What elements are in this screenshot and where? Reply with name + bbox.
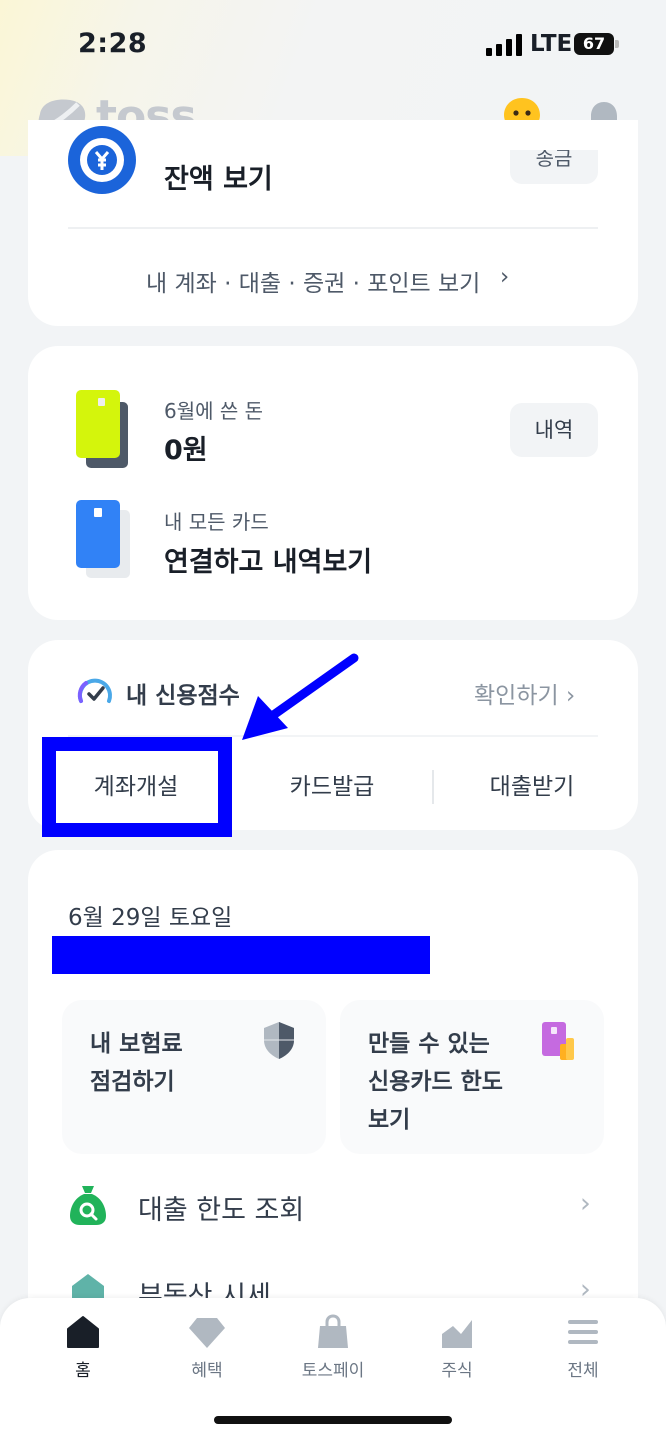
shopping-bag-icon xyxy=(318,1314,348,1348)
tab-stock[interactable]: 주식 xyxy=(402,1314,512,1384)
menu-icon xyxy=(568,1320,598,1344)
send-button[interactable]: 송금 xyxy=(510,150,598,184)
card-coin-icon xyxy=(540,1020,576,1062)
tab-home[interactable]: 홈 xyxy=(28,1314,138,1384)
divider xyxy=(68,227,598,229)
diamond-icon xyxy=(189,1318,225,1348)
balance-icon xyxy=(68,126,136,194)
month-spend-amount[interactable]: 0원 xyxy=(164,428,208,467)
connect-cards-link[interactable]: 연결하고 내역보기 xyxy=(164,540,372,579)
balance-label[interactable]: 잔액 보기 xyxy=(164,157,273,196)
history-button[interactable]: 내역 xyxy=(510,403,598,457)
loan-limit-item[interactable]: 대출 한도 조회 xyxy=(138,1188,304,1227)
date-label: 6월 29일 토요일 xyxy=(68,905,233,931)
tab-label: 전체 xyxy=(567,1361,599,1381)
tile-text: 내 보험료 xyxy=(90,1031,183,1057)
credit-score-title[interactable]: 내 신용점수 xyxy=(126,676,240,710)
redaction-bar xyxy=(52,936,430,974)
tab-benefit[interactable]: 혜택 xyxy=(152,1314,262,1384)
stock-chart-icon xyxy=(442,1320,472,1348)
network-label: LTE xyxy=(530,31,573,57)
annotation-arrow-icon xyxy=(236,650,362,744)
battery-icon: 67 xyxy=(574,33,614,55)
tab-label: 혜택 xyxy=(191,1361,223,1381)
tile-text: 신용카드 한도 xyxy=(368,1069,503,1095)
money-bag-search-icon xyxy=(68,1184,108,1226)
month-spend-label: 6월에 쓴 돈 xyxy=(164,399,264,423)
card-issue-button[interactable]: 카드발급 xyxy=(252,770,412,808)
home-indicator xyxy=(214,1416,452,1424)
all-cards-label: 내 모든 카드 xyxy=(164,510,269,534)
chevron-right-icon: › xyxy=(500,264,510,290)
shield-icon xyxy=(262,1020,296,1060)
tab-label: 홈 xyxy=(75,1361,91,1381)
tab-label: 토스페이 xyxy=(301,1361,365,1381)
credit-gauge-icon xyxy=(76,674,114,708)
get-loan-button[interactable]: 대출받기 xyxy=(452,770,612,808)
tile-text: 점검하기 xyxy=(90,1069,175,1095)
annotation-highlight-box xyxy=(42,737,232,837)
tab-tosspay[interactable]: 토스페이 xyxy=(278,1314,388,1384)
divider xyxy=(432,770,434,804)
blue-card-icon xyxy=(76,500,120,568)
credit-check-link[interactable]: 확인하기 › xyxy=(474,676,575,710)
signal-icon xyxy=(486,34,522,56)
home-icon xyxy=(67,1316,99,1348)
lime-card-icon xyxy=(76,390,120,458)
tab-all[interactable]: 전체 xyxy=(528,1314,638,1384)
tile-text: 보기 xyxy=(368,1107,411,1133)
chevron-right-icon: › xyxy=(580,1188,591,1219)
battery-nub xyxy=(615,40,619,48)
tile-text: 만들 수 있는 xyxy=(368,1031,490,1057)
account-links[interactable]: 내 계좌 · 대출 · 증권 · 포인트 보기 xyxy=(146,264,480,298)
tab-label: 주식 xyxy=(441,1361,473,1381)
status-time: 2:28 xyxy=(78,28,148,59)
